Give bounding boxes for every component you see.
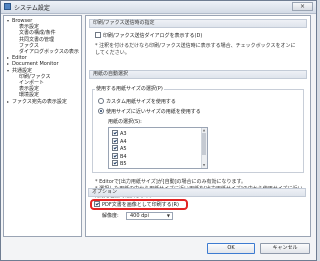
checkbox-icon[interactable] — [112, 137, 118, 144]
tree-item[interactable]: ▸ ファクス宛先の表示設定 — [7, 99, 67, 105]
tree-item[interactable]: ▸ Document Monitor — [7, 61, 59, 67]
cancel-button[interactable]: キャンセル — [260, 243, 310, 254]
resolution-select[interactable]: 400 dpi ▼ — [126, 212, 173, 220]
fax-note-line1: * 注釈を付けるだけなら印刷/ファクス送信時に表示する場合、チェックボックスをオ… — [95, 43, 296, 49]
paper-size-item[interactable]: A4 — [112, 137, 127, 145]
settings-tree: ▾ Browser 表示設定 文書の構成/条件 共同文書の管理 ファクス ダイアログボックス… — [3, 15, 82, 237]
tree-item-label: 文書の構成/条件 — [19, 30, 56, 37]
pdf-as-image-checkbox[interactable]: PDF文書を画像として印刷する(R) — [94, 201, 179, 208]
tree-item-label: 共同文書の管理 — [19, 36, 55, 43]
fax-section-header: 印刷/ファクス送信時の指定 — [89, 19, 307, 28]
list-scrollbar[interactable]: ▲ ▼ — [201, 128, 207, 168]
paper-note-line1: * Editorで[出力用紙サイズ]が[自動]の場合にのみ有効になります。 — [95, 179, 247, 185]
tree-item-label: 共通設定 — [12, 67, 33, 74]
window-title: システム設定 — [14, 5, 50, 12]
title-bar: システム設定 × — [1, 1, 316, 14]
pdf-checkbox-label: PDF文書を画像として印刷する(R) — [102, 202, 179, 208]
options-section-header: オプション — [88, 188, 306, 197]
paper-sizes-label: 用紙の選択(S): — [108, 119, 142, 125]
scroll-thumb[interactable] — [202, 133, 206, 155]
ok-button[interactable]: OK — [207, 243, 255, 254]
paper-size-label: B4 — [120, 153, 127, 160]
tree-item[interactable]: ファクス — [14, 43, 39, 49]
tree-item[interactable]: 環境設定 — [14, 92, 39, 98]
resolution-label: 解像度: — [102, 213, 119, 219]
close-button[interactable]: × — [292, 2, 313, 11]
paper-size-item[interactable]: A5 — [112, 145, 127, 152]
tree-item[interactable]: 共同文書の管理 — [14, 37, 54, 43]
paper-size-label: A4 — [120, 138, 127, 145]
radio-nearest-size[interactable]: 使用サイズに近いサイズの用紙を使用する — [98, 108, 201, 115]
radio-selected-icon[interactable] — [98, 108, 104, 114]
paper-size-item[interactable]: A3 — [112, 130, 127, 137]
paper-size-item[interactable]: B5 — [112, 160, 127, 167]
system-settings-window: システム設定 × ▾ Browser 表示設定 文書の構成/条件 共同文書の管理 ファクス… — [0, 0, 317, 261]
tree-item-label: 環境設定 — [19, 92, 40, 99]
paper-size-label: A3 — [120, 131, 127, 137]
paper-size-label: B5 — [120, 161, 127, 167]
tree-item-label: ファクス宛先の表示設定 — [12, 98, 67, 105]
paper-size-label: A5 — [120, 146, 127, 152]
paper-size-list[interactable]: ▲ ▼ A3 A4 A5 B4 B5 — [108, 127, 208, 169]
tree-item-label: Editor — [12, 55, 27, 62]
checkbox-icon[interactable] — [112, 145, 118, 151]
paper-section-header: 用紙の自動選択 — [89, 70, 307, 79]
radio-custom-label: カスタム用紙サイズを使用する — [106, 99, 176, 105]
fax-dialog-label: 印刷/ファクス送信ダイアログを表示する(D) — [103, 33, 203, 39]
paper-group-label: 使用する用紙サイズの選択(P) — [95, 86, 164, 92]
tree-item-label: 印刷/ファクス — [19, 73, 51, 80]
tree-item-label: ダイアログボックスの表示 — [19, 49, 79, 55]
checkbox-icon[interactable] — [112, 130, 118, 136]
scroll-up-icon[interactable]: ▲ — [202, 128, 206, 132]
fax-dialog-checkbox[interactable]: 印刷/ファクス送信ダイアログを表示する(D) — [95, 32, 202, 39]
resolution-value: 400 dpi — [130, 213, 149, 219]
checkbox-icon[interactable] — [112, 152, 118, 159]
tree-item[interactable]: 印刷/ファクス — [14, 74, 51, 80]
tree-item[interactable]: ▸ Editor — [7, 55, 27, 61]
chevron-down-icon: ▼ — [166, 213, 170, 218]
scroll-down-icon[interactable]: ▼ — [202, 163, 206, 167]
tree-item-label: ファクス — [19, 42, 39, 49]
checkbox-icon[interactable] — [95, 32, 101, 38]
radio-custom-size[interactable]: カスタム用紙サイズを使用する — [98, 98, 176, 105]
radio-nearest-label: 使用サイズに近いサイズの用紙を使用する — [106, 109, 201, 115]
fax-note-line2: してください。 — [95, 50, 130, 56]
tree-item[interactable]: ▾ 共通設定 — [7, 68, 32, 74]
pdf-checkbox-icon[interactable] — [94, 201, 100, 207]
checkbox-icon[interactable] — [112, 160, 118, 166]
radio-icon[interactable] — [98, 98, 104, 104]
tree-item[interactable]: 文書の構成/条件 — [14, 30, 56, 36]
tree-item-label: Document Monitor — [12, 61, 59, 68]
app-icon — [4, 3, 11, 10]
tree-item[interactable]: ダイアログボックスの表示 — [14, 49, 79, 55]
paper-size-item[interactable]: B4 — [112, 152, 127, 160]
